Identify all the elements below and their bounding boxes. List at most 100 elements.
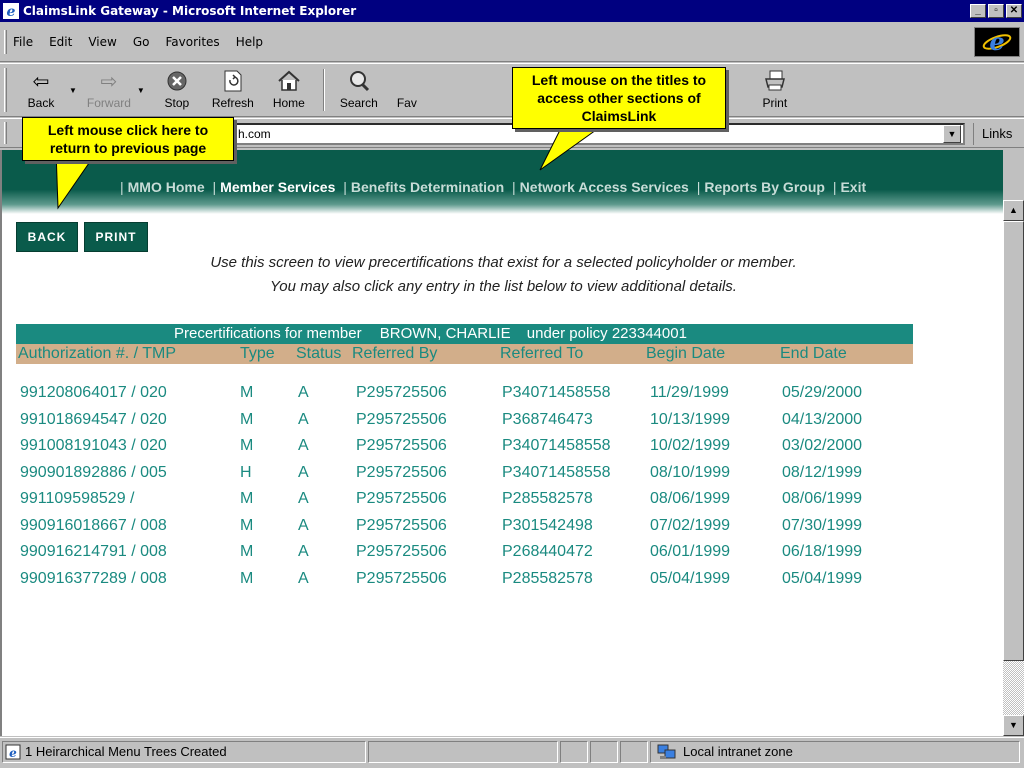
favorites-toolbar-button[interactable]: Fav	[387, 66, 427, 114]
column-header-row: Authorization #. / TMP Type Status Refer…	[16, 344, 913, 364]
nav-benefits-determination[interactable]: Benefits Determination	[351, 179, 504, 195]
row-referred-by: P295725506	[356, 463, 447, 481]
row-referred-by: P295725506	[356, 410, 447, 428]
row-authorization[interactable]: 990901892886 / 005	[20, 461, 167, 485]
search-toolbar-button[interactable]: Search	[331, 66, 387, 114]
col-referred-to: Referred To	[500, 345, 584, 362]
row-begin-date: 05/04/1999	[650, 569, 731, 587]
nav-member-services[interactable]: Member Services	[220, 179, 335, 195]
menu-help[interactable]: Help	[236, 35, 263, 49]
security-zone-pane: Local intranet zone	[650, 741, 1020, 763]
table-row[interactable]: 991109598529 / M A P295725506 P285582578 08/0…	[16, 487, 913, 511]
back-toolbar-label: Back	[27, 96, 55, 110]
row-referred-by: P295725506	[356, 490, 447, 507]
table-row[interactable]: 991008191043 / 020 M A P295725506 P340714585…	[16, 434, 913, 458]
table-row[interactable]: 991018694547 / 020 M A P295725506 P368746473…	[16, 408, 913, 432]
member-name: BROWN, CHARLIE	[379, 325, 511, 342]
nav-separator: |	[212, 179, 217, 195]
back-button[interactable]: BACK	[16, 222, 78, 252]
search-icon	[346, 68, 372, 94]
nav-exit[interactable]: Exit	[840, 179, 866, 195]
row-begin-date: 10/13/1999	[650, 410, 731, 428]
home-icon	[276, 68, 302, 94]
row-status: A	[298, 569, 309, 587]
forward-arrow-icon: ⇨	[100, 70, 118, 93]
row-status: A	[298, 490, 309, 507]
scroll-up-icon[interactable]: ▲	[1003, 200, 1024, 221]
menu-edit[interactable]: Edit	[49, 35, 72, 49]
row-end-date: 05/04/1999	[782, 569, 863, 587]
row-referred-by: P295725506	[356, 384, 447, 401]
address-dropdown-icon[interactable]: ▼	[943, 125, 961, 143]
status-bar: e 1 Heirarchical Menu Trees Created Loca…	[0, 737, 1024, 768]
row-status: A	[298, 410, 309, 428]
status-pane-blank	[368, 741, 558, 763]
menu-grip	[4, 29, 7, 54]
row-type: M	[240, 516, 254, 534]
nav-separator: |	[696, 179, 701, 195]
back-toolbar-button[interactable]: ⇦ Back	[13, 66, 69, 114]
window-title-bar: e ClaimsLink Gateway - Microsoft Interne…	[0, 0, 1024, 22]
precertifications-header: Precertifications for member BROWN, CHAR…	[16, 324, 913, 344]
scroll-thumb[interactable]	[1003, 221, 1024, 661]
window-title: ClaimsLink Gateway - Microsoft Internet …	[23, 4, 357, 18]
print-toolbar-button[interactable]: Print	[747, 66, 803, 114]
col-begin-date: Begin Date	[646, 345, 726, 362]
favorites-toolbar-label: Fav	[396, 96, 417, 110]
nav-mmo-home[interactable]: MMO Home	[128, 179, 205, 195]
row-referred-by: P295725506	[356, 569, 447, 587]
row-status: A	[298, 463, 309, 481]
row-referred-to: P34071458558	[502, 437, 611, 454]
nav-separator: |	[512, 179, 516, 195]
close-button[interactable]: ✕	[1006, 4, 1022, 18]
instructions-line-2: You may also click any entry in the list…	[270, 278, 737, 295]
row-referred-to: P368746473	[502, 410, 593, 428]
minimize-button[interactable]: _	[970, 4, 986, 18]
menu-go[interactable]: Go	[133, 35, 150, 49]
back-dropdown-icon[interactable]: ▼	[69, 86, 77, 95]
row-referred-to: P301542498	[502, 516, 593, 534]
address-value: h.com	[238, 127, 271, 141]
print-toolbar-label: Print	[762, 96, 788, 110]
row-authorization[interactable]: 991208064017 / 020	[20, 381, 167, 405]
col-authorization: Authorization #. / TMP	[18, 345, 176, 362]
nav-network-access-services[interactable]: Network Access Services	[520, 179, 689, 195]
row-type: H	[240, 463, 252, 481]
row-authorization[interactable]: 991008191043 / 020	[20, 434, 167, 458]
row-authorization[interactable]: 990916214791 / 008	[20, 540, 167, 564]
row-referred-by: P295725506	[356, 437, 447, 454]
forward-toolbar-button[interactable]: ⇨ Forward	[81, 66, 137, 114]
print-button[interactable]: PRINT	[84, 222, 148, 252]
titles-callout-tail	[539, 129, 598, 171]
svg-text:e: e	[7, 4, 16, 20]
table-row[interactable]: 990916214791 / 008 M A P295725506 P268440472…	[16, 540, 913, 564]
menu-view[interactable]: View	[88, 35, 116, 49]
nav-reports-by-group[interactable]: Reports By Group	[704, 179, 825, 195]
row-authorization[interactable]: 991018694547 / 020	[20, 408, 167, 432]
home-toolbar-button[interactable]: Home	[261, 66, 317, 114]
menu-file[interactable]: File	[13, 35, 33, 49]
table-row[interactable]: 990916377289 / 008 M A P295725506 P285582578…	[16, 567, 913, 591]
address-grip	[4, 122, 7, 144]
links-button[interactable]: Links	[973, 123, 1012, 145]
row-authorization[interactable]: 990916377289 / 008	[20, 567, 167, 591]
table-row[interactable]: 990916018667 / 008 M A P295725506 P301542498…	[16, 514, 913, 538]
row-begin-date: 06/01/1999	[650, 543, 731, 560]
row-authorization[interactable]: 991109598529 /	[20, 487, 134, 511]
scroll-down-icon[interactable]: ▼	[1003, 715, 1024, 736]
stop-toolbar-label: Stop	[164, 96, 190, 110]
refresh-toolbar-button[interactable]: Refresh	[205, 66, 261, 114]
row-end-date: 05/29/2000	[782, 384, 863, 401]
menu-favorites[interactable]: Favorites	[165, 35, 219, 49]
row-authorization[interactable]: 990916018667 / 008	[20, 514, 167, 538]
scroll-track[interactable]	[1003, 661, 1024, 715]
stop-toolbar-button[interactable]: Stop	[149, 66, 205, 114]
row-referred-to: P285582578	[502, 490, 593, 507]
forward-dropdown-icon[interactable]: ▼	[137, 86, 145, 95]
intranet-zone-icon	[657, 744, 676, 759]
table-row[interactable]: 990901892886 / 005 H A P295725506 P340714585…	[16, 461, 913, 485]
top-navigation: | MMO Home | Member Services | Benefits Det…	[116, 179, 866, 195]
security-zone-label: Local intranet zone	[683, 744, 793, 759]
maximize-button[interactable]: ▫	[988, 4, 1004, 18]
table-row[interactable]: 991208064017 / 020 M A P295725506 P340714585…	[16, 381, 913, 405]
